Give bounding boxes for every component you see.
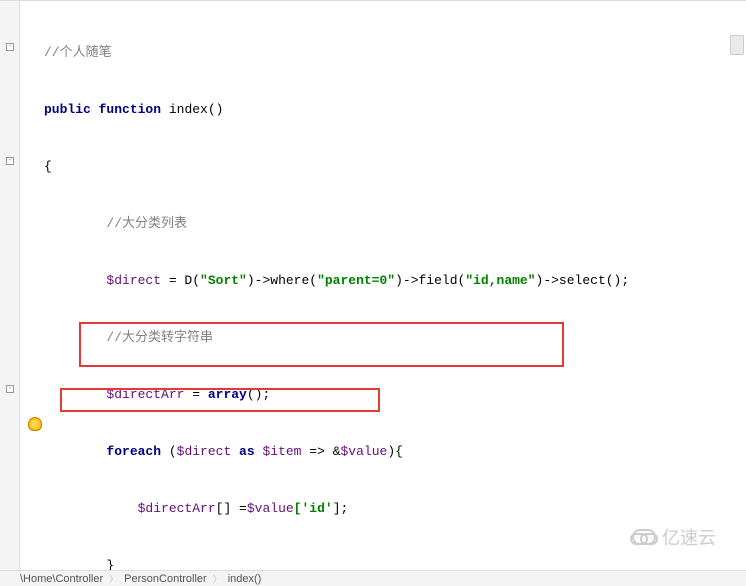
string: "id,name" (465, 273, 535, 288)
variable: $directArr (138, 501, 216, 516)
breadcrumb: \Home\Controller 〉 PersonController 〉 in… (0, 570, 746, 586)
comment: //大分类列表 (106, 216, 187, 231)
code-content[interactable]: //个人随笔 public function index() { //大分类列表… (22, 5, 722, 570)
variable: $directArr (106, 387, 184, 402)
op: = (184, 387, 207, 402)
op: ]; (333, 501, 349, 516)
string: "parent=0" (317, 273, 395, 288)
variable: $value (341, 444, 388, 459)
editor-gutter: - - - (0, 1, 20, 570)
string: ['id' (294, 501, 333, 516)
variable: $value (247, 501, 294, 516)
keyword: public (44, 102, 91, 117)
keyword: array (208, 387, 247, 402)
chevron-right-icon: 〉 (109, 572, 118, 585)
breadcrumb-item[interactable]: \Home\Controller (20, 573, 103, 585)
chevron-right-icon: 〉 (213, 572, 222, 585)
op: (); (247, 387, 270, 402)
comment: //个人随笔 (44, 45, 112, 60)
breadcrumb-item[interactable]: index() (228, 573, 262, 585)
brace: { (44, 159, 52, 174)
func-name: index() (161, 102, 223, 117)
variable: $direct (106, 273, 161, 288)
keyword: foreach (106, 444, 161, 459)
watermark-text: 亿速云 (662, 524, 716, 550)
op: ( (161, 444, 177, 459)
fold-icon[interactable]: - (6, 385, 14, 393)
keyword: as (231, 444, 262, 459)
code-editor-area[interactable]: - - - //个人随笔 public function index() { /… (0, 0, 746, 570)
method: )->field( (395, 273, 465, 288)
method: )->select(); (536, 273, 630, 288)
comment: //大分类转字符串 (106, 330, 213, 345)
method: )->where( (247, 273, 317, 288)
op: = D( (161, 273, 200, 288)
fold-icon[interactable]: - (6, 157, 14, 165)
op: [] = (216, 501, 247, 516)
op: => & (301, 444, 340, 459)
breadcrumb-item[interactable]: PersonController (124, 573, 207, 585)
fold-icon[interactable]: - (6, 43, 14, 51)
variable: $item (262, 444, 301, 459)
brace: } (106, 558, 114, 570)
watermark: 亿速云 (632, 524, 716, 550)
keyword: function (99, 102, 161, 117)
watermark-logo-icon (632, 529, 656, 545)
string: "Sort" (200, 273, 247, 288)
side-tool-button[interactable] (730, 35, 744, 55)
op: ){ (387, 444, 403, 459)
variable: $direct (177, 444, 232, 459)
